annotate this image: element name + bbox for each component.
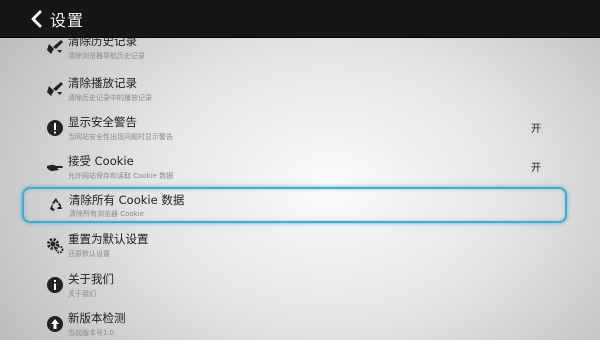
setting-description: 清除浏览器导航历史记录 xyxy=(68,52,145,60)
setting-value: 开 xyxy=(531,124,541,135)
warning-icon xyxy=(46,119,64,137)
setting-description: 还原默认设置 xyxy=(68,250,110,258)
setting-clear-cookies[interactable]: 清除所有 Cookie 数据 清除所有浏览器 Cookie xyxy=(22,187,567,223)
setting-security-warning[interactable]: 显示安全警告 当网站安全性出现问题时显示警告 开 xyxy=(22,110,567,146)
setting-label: 重置为默认设置 xyxy=(68,232,149,246)
page-title: 设置 xyxy=(50,10,85,30)
setting-label: 清除所有 Cookie 数据 xyxy=(69,193,185,207)
setting-description: 允许网站保存和读取 Cookie 数据 xyxy=(68,172,174,180)
broom-icon xyxy=(46,80,64,98)
hand-icon xyxy=(46,158,64,176)
setting-clear-playback[interactable]: 清除播放记录 清除历史记录中的播放记录 xyxy=(22,71,567,107)
setting-check-update[interactable]: 新版本检测 当前版本号1.0 xyxy=(22,306,567,340)
setting-description: 清除所有浏览器 Cookie xyxy=(69,210,144,218)
back-button[interactable] xyxy=(22,0,50,38)
chevron-left-icon xyxy=(31,10,42,27)
broom-icon xyxy=(46,38,64,56)
setting-accept-cookie[interactable]: 接受 Cookie 允许网站保存和读取 Cookie 数据 开 xyxy=(22,149,567,185)
setting-label: 新版本检测 xyxy=(68,311,126,325)
setting-description: 关于我们 xyxy=(68,290,96,298)
recycle-icon xyxy=(47,196,65,214)
setting-label: 清除播放记录 xyxy=(68,76,137,90)
setting-value: 开 xyxy=(531,163,541,174)
info-icon xyxy=(46,276,64,294)
setting-label: 关于我们 xyxy=(68,272,114,286)
setting-label: 接受 Cookie xyxy=(68,154,134,168)
gear-icon xyxy=(46,236,64,254)
setting-label: 显示安全警告 xyxy=(68,115,137,129)
setting-label: 清除历史记录 xyxy=(68,38,137,48)
setting-description: 当网站安全性出现问题时显示警告 xyxy=(68,133,173,141)
setting-description: 清除历史记录中的播放记录 xyxy=(68,94,152,102)
update-icon xyxy=(46,315,64,333)
settings-list: 清除历史记录 清除浏览器导航历史记录 清除播放记录 清除历史记录中的播放记录 显… xyxy=(0,38,600,340)
setting-description: 当前版本号1.0 xyxy=(68,329,115,337)
setting-clear-history[interactable]: 清除历史记录 清除浏览器导航历史记录 xyxy=(22,38,567,65)
setting-about-us[interactable]: 关于我们 关于我们 xyxy=(22,267,567,303)
setting-reset-defaults[interactable]: 重置为默认设置 还原默认设置 xyxy=(22,227,567,263)
top-bar: 设置 xyxy=(0,0,600,38)
